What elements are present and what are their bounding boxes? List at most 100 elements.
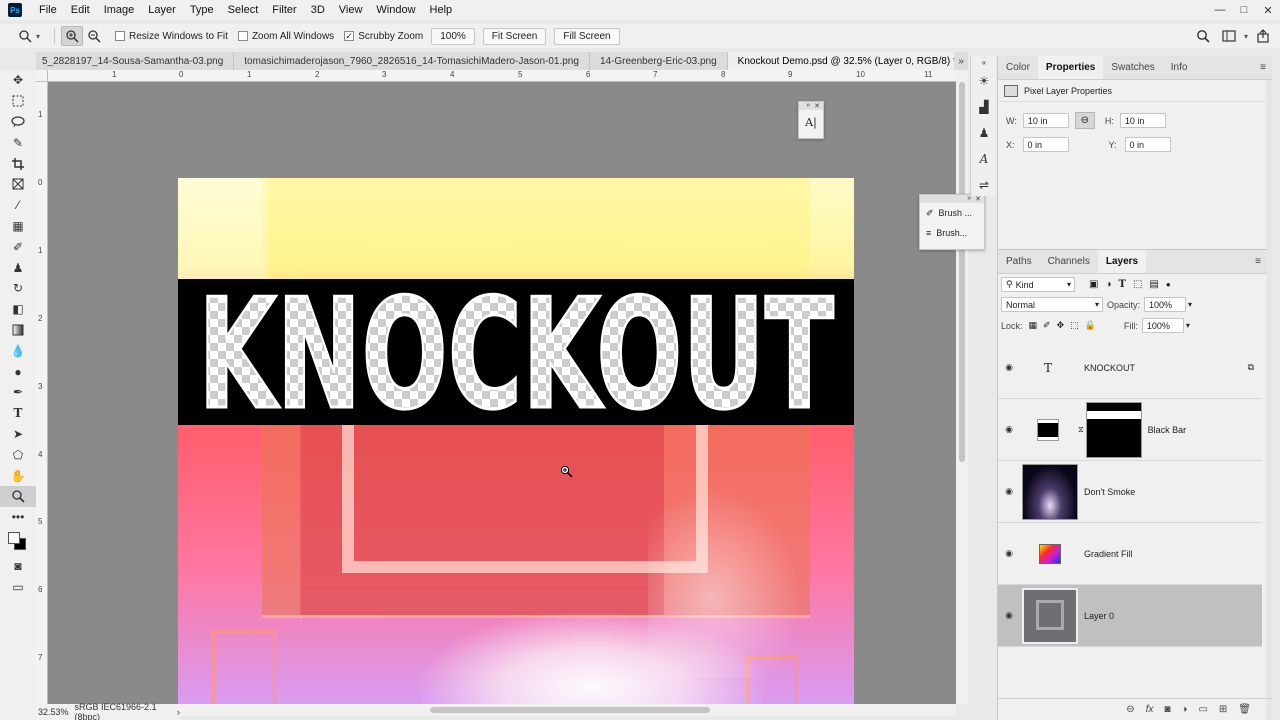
foreground-color-swatch[interactable]	[8, 531, 20, 544]
fit-screen-button[interactable]: Fit Screen	[482, 27, 547, 45]
layer-style-icon[interactable]: fx	[1146, 704, 1154, 715]
layer-name[interactable]: Black Bar	[1148, 425, 1187, 435]
close-icon[interactable]: ✕	[814, 102, 820, 110]
chevron-down-icon[interactable]: ▾	[36, 32, 40, 41]
filter-toggle-icon[interactable]: ●	[1166, 280, 1171, 289]
more-tools-icon[interactable]: •••	[0, 507, 36, 528]
search-icon[interactable]	[1192, 26, 1214, 46]
tab-layers[interactable]: Layers	[1097, 250, 1147, 273]
visibility-eye-icon[interactable]: ◉	[998, 362, 1020, 373]
resize-windows-checkbox[interactable]	[115, 31, 126, 41]
menu-type[interactable]: Type	[183, 4, 221, 16]
libraries-icon[interactable]: ♟	[971, 120, 997, 146]
layer-name[interactable]: Gradient Fill	[1084, 549, 1133, 559]
status-arrow-icon[interactable]: ›	[177, 707, 180, 717]
document-canvas[interactable]: KNOCKOUT	[178, 178, 854, 704]
frame-tool-icon[interactable]	[0, 174, 36, 195]
eraser-tool-icon[interactable]: ◧	[0, 299, 36, 320]
healing-brush-tool-icon[interactable]: ▦	[0, 216, 36, 237]
layer-row-dont-smoke[interactable]: ◉ Don't Smoke	[998, 461, 1262, 523]
width-input[interactable]: 10 in	[1022, 113, 1069, 128]
text-warp-icon[interactable]: ⧉	[1248, 362, 1254, 373]
zoom-tool-icon[interactable]	[0, 485, 36, 507]
add-mask-icon[interactable]: ◙	[1164, 704, 1170, 715]
histogram-icon[interactable]: ▟	[971, 94, 997, 120]
opacity-input[interactable]: 100%	[1144, 297, 1187, 312]
filter-smart-object-icon[interactable]: ▤	[1149, 279, 1158, 290]
tab-swatches[interactable]: Swatches	[1103, 56, 1162, 79]
tab-color[interactable]: Color	[998, 56, 1038, 79]
layer-row-layer-0[interactable]: ◉ Layer 0	[998, 585, 1262, 647]
scrubby-zoom-option[interactable]: ✓ Scrubby Zoom	[344, 31, 423, 42]
menu-image[interactable]: Image	[97, 4, 142, 16]
layer-row-knockout[interactable]: ◉ T KNOCKOUT ⧉	[998, 337, 1262, 399]
marquee-tool-icon[interactable]	[0, 91, 36, 112]
maximize-button[interactable]: □	[1232, 0, 1256, 20]
lock-transparency-icon[interactable]: ▦	[1029, 320, 1038, 331]
tab-document[interactable]: 5_2828197_14-Sousa-Samantha-03.png	[36, 52, 235, 70]
new-layer-icon[interactable]: ⊞	[1219, 704, 1227, 715]
blur-tool-icon[interactable]: 💧	[0, 340, 36, 361]
layer-mask-thumbnail[interactable]	[1085, 401, 1142, 458]
menu-layer[interactable]: Layer	[141, 4, 183, 16]
clone-stamp-tool-icon[interactable]: ♟	[0, 257, 36, 278]
adjustment-layer-icon[interactable]: ◑	[1181, 704, 1187, 715]
character-icon[interactable]: A	[971, 146, 997, 172]
workspace-icon[interactable]	[1218, 26, 1240, 46]
fill-screen-button[interactable]: Fill Screen	[554, 27, 620, 45]
menu-3d[interactable]: 3D	[304, 4, 332, 16]
layer-name[interactable]: KNOCKOUT	[1084, 363, 1135, 373]
chevron-down-icon[interactable]: ▾	[1186, 321, 1190, 330]
blend-mode-select[interactable]: Normal ▾	[1001, 297, 1103, 312]
menu-window[interactable]: Window	[369, 4, 422, 16]
tab-info[interactable]: Info	[1163, 56, 1196, 79]
y-input[interactable]: 0 in	[1124, 137, 1171, 152]
menu-select[interactable]: Select	[221, 4, 266, 16]
scrollbar-thumb[interactable]	[959, 82, 965, 462]
brush-presets-item[interactable]: ≡ Brush...	[920, 223, 984, 243]
float-panel-header[interactable]: » ✕	[799, 102, 823, 110]
horizontal-scrollbar[interactable]	[180, 704, 956, 716]
layer-name[interactable]: Layer 0	[1084, 611, 1114, 621]
collapse-icon[interactable]: »	[806, 102, 810, 110]
move-tool-icon[interactable]: ✥	[0, 70, 36, 91]
share-icon[interactable]	[1252, 26, 1274, 46]
layer-row-gradient-fill[interactable]: ◉ Gradient Fill	[998, 523, 1262, 585]
tab-overflow-icon[interactable]: »	[954, 52, 968, 70]
brush-settings-item[interactable]: ✐ Brush ...	[920, 203, 984, 223]
visibility-eye-icon[interactable]: ◉	[998, 548, 1020, 559]
lock-position-icon[interactable]: ✥	[1057, 320, 1065, 331]
scrollbar-thumb[interactable]	[430, 707, 710, 713]
visibility-eye-icon[interactable]: ◉	[998, 610, 1020, 621]
brush-tool-icon[interactable]: ✐	[0, 236, 36, 257]
panel-scrollbar[interactable]	[1266, 56, 1272, 720]
tab-document-active[interactable]: Knockout Demo.psd @ 32.5% (Layer 0, RGB/…	[727, 52, 968, 70]
delete-layer-icon[interactable]: 🗑	[1238, 704, 1251, 715]
filter-pixel-icon[interactable]: ▣	[1089, 279, 1098, 290]
x-input[interactable]: 0 in	[1022, 137, 1069, 152]
chevron-down-icon[interactable]: ▾	[1244, 32, 1248, 41]
tab-paths[interactable]: Paths	[998, 250, 1040, 273]
eyedropper-tool-icon[interactable]: ⁄	[0, 195, 36, 216]
tab-channels[interactable]: Channels	[1040, 250, 1098, 273]
new-group-icon[interactable]: ▭	[1198, 704, 1207, 715]
tab-properties[interactable]: Properties	[1037, 56, 1104, 79]
adjustments-icon[interactable]: ☀	[971, 68, 997, 94]
gradient-tool-icon[interactable]	[0, 320, 36, 341]
lasso-tool-icon[interactable]	[0, 112, 36, 133]
menu-view[interactable]: View	[332, 4, 370, 16]
visibility-eye-icon[interactable]: ◉	[998, 486, 1020, 497]
minimize-button[interactable]: —	[1208, 0, 1232, 20]
zoom-percent-field[interactable]: 100%	[431, 27, 475, 45]
history-brush-tool-icon[interactable]: ↻	[0, 278, 36, 299]
height-input[interactable]: 10 in	[1119, 113, 1166, 128]
layer-row-black-bar[interactable]: ◉ ⧖ Black Bar	[998, 399, 1262, 461]
lock-all-icon[interactable]: 🔒	[1085, 320, 1096, 331]
zoom-in-icon[interactable]	[61, 26, 84, 46]
zoom-out-icon[interactable]	[83, 26, 105, 46]
scrubby-zoom-checkbox[interactable]: ✓	[344, 31, 355, 41]
pen-tool-icon[interactable]: ✒	[0, 382, 36, 403]
canvas-area[interactable]: KNOCKOUT	[48, 82, 956, 704]
link-icon[interactable]: ⊖	[1074, 112, 1095, 129]
character-icon[interactable]: A|	[799, 116, 823, 129]
